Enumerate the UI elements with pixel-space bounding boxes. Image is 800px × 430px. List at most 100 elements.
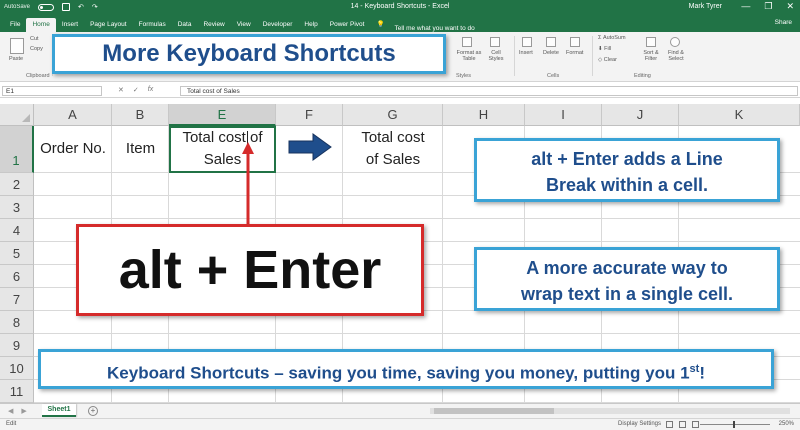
formula-bar: E1 ✕ ✓ fx Total cost of Sales [0,84,800,98]
row-header-11[interactable]: 11 [0,380,34,403]
row-header-8[interactable]: 8 [0,311,34,334]
right-arrow-icon [288,133,332,161]
row-header-2[interactable]: 2 [0,173,34,196]
find-select-icon[interactable] [670,37,680,47]
cell-a1[interactable]: Order No. [34,140,112,157]
name-box[interactable]: E1 [2,86,102,96]
enter-icon[interactable]: ✓ [133,86,139,94]
red-up-arrow-icon [242,142,254,228]
cell-e1-line1: Total cost of [182,129,263,146]
tab-power-pivot[interactable]: Power Pivot [324,18,371,32]
tab-view[interactable]: View [231,18,257,32]
page-break-view-icon[interactable] [692,421,699,428]
cut-button[interactable]: Cut [30,36,39,42]
column-header-h[interactable]: H [443,104,525,126]
tab-data[interactable]: Data [172,18,198,32]
column-header-i[interactable]: I [525,104,602,126]
tab-page-layout[interactable]: Page Layout [84,18,133,32]
autosum-button[interactable]: Σ AutoSum [598,35,626,41]
horizontal-scrollbar[interactable] [430,408,790,414]
tab-developer[interactable]: Developer [257,18,299,32]
insert-cells-icon[interactable] [522,37,532,47]
cell-g1-line2: of Sales [365,151,421,168]
column-header-a[interactable]: A [34,104,112,126]
column-header-g[interactable]: G [343,104,443,126]
footer-callout: Keyboard Shortcuts – saving you time, sa… [38,349,774,389]
tab-formulas[interactable]: Formulas [133,18,172,32]
fill-label: Fill [604,46,612,52]
copy-button[interactable]: Copy [30,46,43,52]
tip-line-break-callout: alt + Enter adds a Line Break within a c… [474,138,780,202]
insert-function-icon[interactable]: fx [148,86,153,94]
ribbon-tabs: File Home Insert Page Layout Formulas Da… [0,16,800,32]
lightbulb-icon: 💡 [376,21,385,28]
row-header-7[interactable]: 7 [0,288,34,311]
delete-cells-button[interactable]: Delete [543,50,559,56]
select-all-corner[interactable] [0,104,34,126]
format-cells-button[interactable]: Format [566,50,583,56]
zoom-level[interactable]: 250% [779,421,794,427]
cell-b1[interactable]: Item [112,140,169,157]
display-settings-button[interactable]: Display Settings [618,421,661,427]
normal-view-icon[interactable] [666,421,673,428]
sheet-next-icon[interactable]: ▶ [21,407,26,415]
row-header-9[interactable]: 9 [0,334,34,357]
close-button[interactable]: ✕ [786,1,794,12]
cancel-icon[interactable]: ✕ [118,86,124,94]
share-button[interactable]: Share [775,19,792,26]
tip-line-break-line1: alt + Enter adds a Line [531,149,723,169]
delete-cells-icon[interactable] [546,37,556,47]
tab-home[interactable]: Home [26,18,56,32]
row-header-5[interactable]: 5 [0,242,34,265]
sheet-tab-sheet1[interactable]: Sheet1 [42,404,76,417]
minimize-button[interactable]: — [741,1,750,12]
tab-file[interactable]: File [4,18,26,32]
tab-help[interactable]: Help [298,18,323,32]
user-name[interactable]: Mark Tyrer [689,3,722,10]
page-layout-view-icon[interactable] [679,421,686,428]
formula-input[interactable]: Total cost of Sales [180,86,798,96]
scrollbar-thumb[interactable] [434,408,554,414]
sort-filter-icon[interactable] [646,37,656,47]
row-header-3[interactable]: 3 [0,196,34,219]
paste-icon[interactable] [10,38,24,54]
insert-cells-button[interactable]: Insert [519,50,533,56]
find-select-button[interactable]: Find & Select [664,50,688,62]
status-bar: Edit Display Settings 250% [0,418,800,430]
format-as-table-icon[interactable] [462,37,472,47]
tab-review[interactable]: Review [197,18,230,32]
clear-button[interactable]: ◇ Clear [598,57,617,63]
styles-group-label: Styles [456,73,471,79]
zoom-slider[interactable] [700,421,770,428]
column-header-e[interactable]: E [169,104,276,126]
tell-me-search[interactable]: Tell me what you want to do [391,25,475,32]
sort-filter-button[interactable]: Sort & Filter [640,50,662,62]
row-header-10[interactable]: 10 [0,357,34,380]
paste-button-label[interactable]: Paste [9,56,23,62]
column-header-j[interactable]: J [602,104,679,126]
fill-button[interactable]: ⬇ Fill [598,46,611,52]
column-header-b[interactable]: B [112,104,169,126]
title-callout: More Keyboard Shortcuts [52,34,446,74]
status-mode: Edit [6,421,17,427]
row-header-1[interactable]: 1 [0,126,34,173]
row-header-6[interactable]: 6 [0,265,34,288]
format-as-table-button[interactable]: Format as Table [456,50,482,62]
tip-line-break-line2: Break within a cell. [545,175,709,195]
row-header-4[interactable]: 4 [0,219,34,242]
editing-group-label: Editing [634,73,651,79]
cell-styles-button[interactable]: Cell Styles [486,50,506,62]
format-cells-icon[interactable] [570,37,580,47]
tab-insert[interactable]: Insert [56,18,84,32]
add-sheet-button[interactable]: + [88,406,98,416]
cell-styles-icon[interactable] [490,37,500,47]
column-header-f[interactable]: F [276,104,343,126]
sheet-prev-icon[interactable]: ◀ [8,407,13,415]
restore-button[interactable]: ❐ [764,1,772,12]
shortcut-callout: alt + Enter [76,224,424,316]
cells-group-label: Cells [547,73,560,79]
autosum-label: AutoSum [602,35,626,41]
column-header-k[interactable]: K [679,104,800,126]
sheet-tab-bar: ◀ ▶ Sheet1 + [0,403,800,418]
document-title: 14 - Keyboard Shortcuts - Excel [350,3,450,10]
